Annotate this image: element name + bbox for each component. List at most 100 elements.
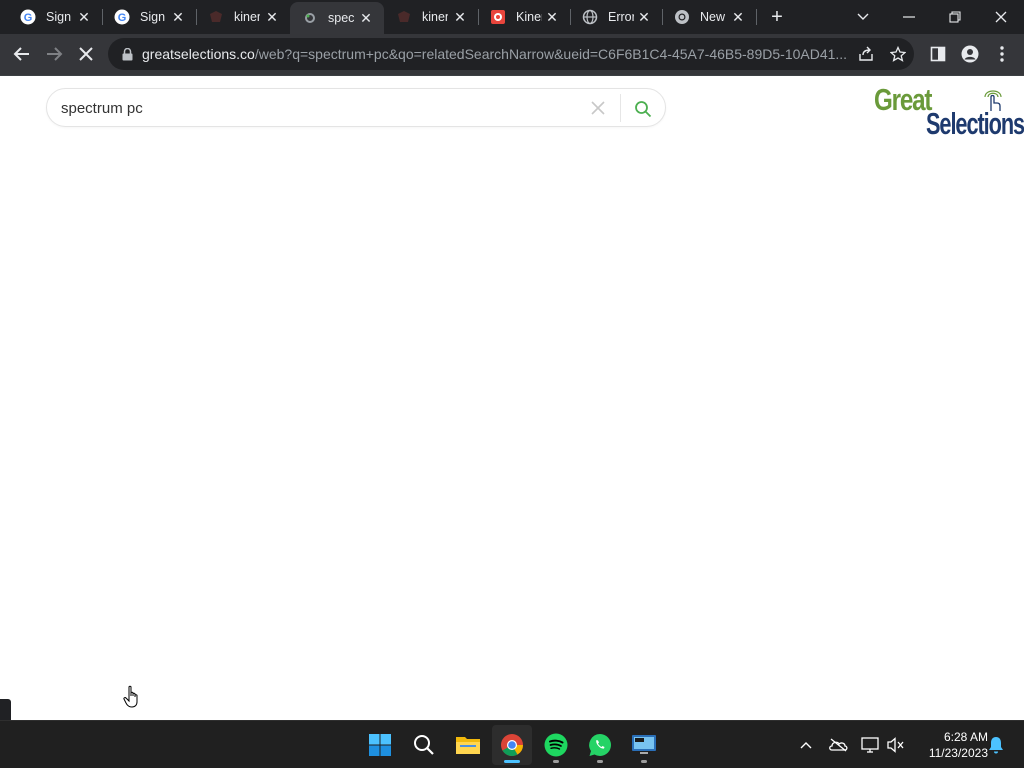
volume-muted-icon[interactable] — [886, 735, 906, 755]
whatsapp-icon — [589, 734, 611, 756]
kinen-icon — [396, 9, 412, 25]
chrome-icon — [501, 734, 523, 756]
tab-title: kinen — [234, 10, 260, 24]
restore-icon — [949, 11, 961, 23]
url-text[interactable]: greatselections.co/web?q=spectrum+pc&qo=… — [142, 46, 850, 62]
url-host: greatselections.co — [142, 46, 255, 62]
tab-spectrum-pc[interactable]: spectrum pc ✕ — [290, 2, 384, 34]
minimize-button[interactable] — [886, 0, 932, 34]
tab-kinen-3[interactable]: Kinen ✕ — [478, 0, 570, 34]
remote-desktop-button[interactable] — [624, 725, 664, 765]
url-path: /web?q=spectrum+pc&qo=relatedSearchNarro… — [254, 46, 848, 62]
globe-icon — [582, 9, 598, 25]
folder-icon — [456, 737, 480, 754]
chrome-taskbar-button[interactable] — [492, 725, 532, 765]
stop-loading-button[interactable] — [72, 40, 100, 68]
close-icon[interactable]: ✕ — [544, 9, 560, 25]
spotify-icon — [544, 733, 568, 757]
tab-title: Kinen — [516, 10, 542, 24]
chevron-down-icon — [857, 13, 869, 20]
back-button[interactable] — [8, 40, 36, 68]
chrome-icon — [674, 9, 690, 25]
close-window-button[interactable] — [978, 0, 1024, 34]
forward-button[interactable] — [40, 40, 68, 68]
greatselections-icon — [302, 10, 318, 26]
great-selections-logo[interactable]: Great Selections — [874, 82, 1024, 141]
search-box — [46, 88, 666, 127]
close-icon[interactable]: ✕ — [636, 9, 652, 25]
browser-window: G Sign in – Google ✕ G Sign in – Google … — [0, 0, 1024, 720]
svg-text:G: G — [118, 12, 127, 24]
svg-text:G: G — [24, 12, 33, 24]
clock-date: 11/23/2023 — [928, 746, 988, 760]
star-icon[interactable] — [888, 44, 908, 64]
tab-search-button[interactable] — [840, 0, 886, 34]
running-indicator — [553, 760, 559, 763]
kinen-red-icon — [490, 9, 506, 25]
search-icon — [414, 735, 434, 755]
google-icon: G — [114, 9, 130, 25]
tab-title: New Tab — [700, 10, 726, 24]
kebab-menu-icon — [1000, 46, 1004, 62]
tab-title: spectrum pc — [328, 11, 354, 25]
arrow-right-icon — [47, 47, 63, 61]
page-content: Great Selections — [0, 77, 1024, 720]
system-clock[interactable]: 6:28 AM 11/23/2023 — [912, 729, 988, 761]
tab-kinen-1[interactable]: kinen ✕ — [196, 0, 290, 34]
close-icon[interactable]: ✕ — [730, 9, 746, 25]
tab-error[interactable]: Error ✕ — [570, 0, 662, 34]
taskbar-search-button[interactable] — [404, 725, 444, 765]
kinen-icon — [208, 9, 224, 25]
side-panel-button[interactable] — [924, 40, 952, 68]
new-tab-button[interactable]: + — [766, 6, 788, 28]
running-indicator — [597, 760, 603, 763]
tab-kinen-2[interactable]: kinen ✕ — [384, 0, 478, 34]
address-bar[interactable]: greatselections.co/web?q=spectrum+pc&qo=… — [108, 38, 914, 70]
search-divider — [620, 94, 621, 122]
chevron-up-icon[interactable] — [796, 735, 816, 755]
pointing-hand-icon — [984, 90, 1002, 111]
clear-search-icon[interactable] — [588, 98, 608, 118]
tab-title: Error — [608, 10, 634, 24]
arrow-left-icon — [13, 47, 29, 61]
search-icon[interactable] — [632, 98, 654, 120]
close-icon[interactable]: ✕ — [170, 9, 186, 25]
side-panel-icon — [930, 46, 946, 62]
menu-button[interactable] — [988, 40, 1016, 68]
tab-strip: G Sign in – Google ✕ G Sign in – Google … — [0, 0, 1024, 34]
close-icon[interactable]: ✕ — [264, 9, 280, 25]
onedrive-offline-icon[interactable] — [828, 735, 848, 755]
tab-sign-in-2[interactable]: G Sign in – Google ✕ — [102, 0, 196, 34]
spotify-button[interactable] — [536, 725, 576, 765]
network-icon[interactable] — [860, 735, 880, 755]
tab-title: kinen — [422, 10, 448, 24]
lock-icon[interactable] — [120, 47, 134, 61]
restore-button[interactable] — [932, 0, 978, 34]
profile-icon — [961, 45, 979, 63]
whatsapp-button[interactable] — [580, 725, 620, 765]
google-icon: G — [20, 9, 36, 25]
share-icon[interactable] — [856, 44, 876, 64]
tab-sign-in-1[interactable]: G Sign in – Google ✕ — [8, 0, 102, 34]
windows-taskbar: 6:28 AM 11/23/2023 — [0, 720, 1024, 768]
logo-text-selections: Selections — [926, 106, 1024, 141]
notification-bell-icon[interactable] — [986, 735, 1006, 755]
search-input[interactable] — [61, 97, 581, 119]
hand-cursor-icon — [123, 685, 138, 708]
profile-button[interactable] — [956, 40, 984, 68]
tab-new-tab[interactable]: New Tab ✕ — [662, 0, 756, 34]
minimize-icon — [903, 16, 915, 18]
tab-title: Sign in – Google — [46, 10, 72, 24]
close-icon — [79, 47, 93, 61]
close-icon[interactable]: ✕ — [358, 10, 374, 26]
edge-panel-tab[interactable] — [0, 699, 11, 720]
close-icon[interactable]: ✕ — [452, 9, 468, 25]
remote-desktop-icon — [632, 735, 656, 754]
close-icon[interactable]: ✕ — [76, 9, 92, 25]
close-icon — [995, 11, 1007, 23]
file-explorer-button[interactable] — [448, 725, 488, 765]
start-button[interactable] — [360, 725, 400, 765]
windows-logo-icon — [369, 734, 391, 756]
clock-time: 6:28 AM — [943, 730, 988, 744]
logo-text-great: Great — [874, 82, 932, 117]
